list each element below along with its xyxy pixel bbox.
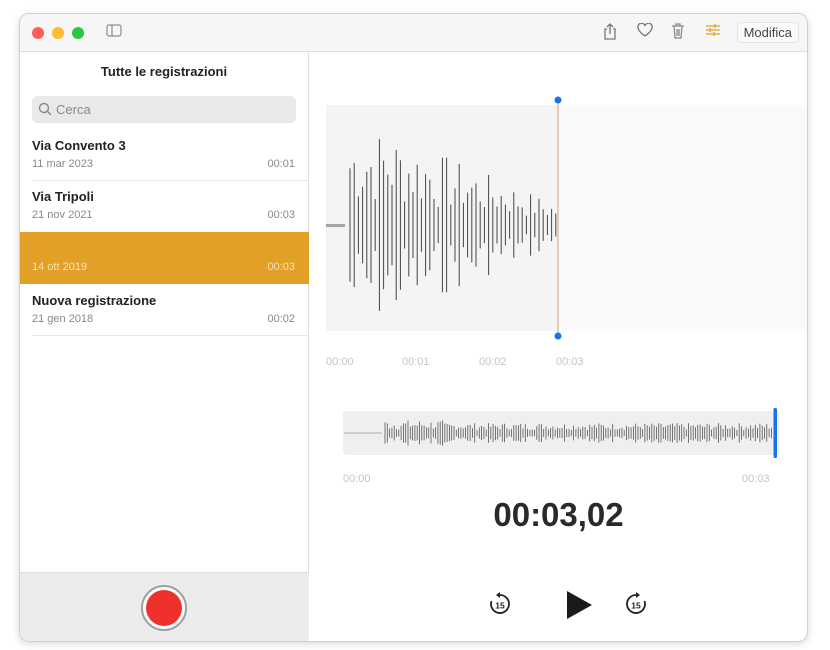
sidebar-title: Tutte le registrazioni <box>100 64 228 79</box>
share-icon[interactable] <box>600 23 620 43</box>
search-placeholder: Cerca <box>56 102 91 117</box>
search-input[interactable]: Cerca <box>32 96 296 123</box>
close-button[interactable] <box>32 27 44 39</box>
recording-item[interactable]: Nuova registrazione 21 gen 2018 00:02 <box>20 284 309 336</box>
playhead-top-handle <box>554 96 562 104</box>
time-tick: 00:03 <box>556 356 584 368</box>
playhead-bottom-handle <box>554 332 562 340</box>
skip-back-icon: 15 <box>490 592 510 614</box>
recording-item-selected[interactable]: 14 ott 2019 00:03 <box>20 232 309 284</box>
overview-end-time: 00:03 <box>742 473 770 485</box>
skip-back-15-button[interactable]: 15 <box>488 592 512 621</box>
overview-waveform[interactable] <box>343 408 783 458</box>
recording-duration: 00:03 <box>267 261 295 273</box>
recording-date: 21 gen 2018 <box>32 313 94 325</box>
record-bar <box>20 572 309 641</box>
sidebar-toggle-icon[interactable] <box>104 23 124 43</box>
settings-sliders-icon[interactable] <box>703 23 723 43</box>
skip-forward-icon: 15 <box>626 592 646 614</box>
skip-back-label: 15 <box>495 601 505 611</box>
heart-icon[interactable] <box>635 22 655 43</box>
search-icon <box>38 102 52 116</box>
skip-forward-label: 15 <box>631 601 641 611</box>
recording-name: Via Tripoli <box>32 189 94 204</box>
edit-button[interactable]: Modifica <box>736 22 799 43</box>
title-bar: Modifica <box>20 14 807 52</box>
recording-name: Nuova registrazione <box>32 293 157 308</box>
overview-start-time: 00:00 <box>343 473 371 485</box>
time-tick: 00:01 <box>402 356 430 368</box>
trash-icon[interactable] <box>668 23 688 43</box>
record-icon <box>146 590 182 626</box>
recording-date: 21 nov 2021 <box>32 209 93 221</box>
voice-memos-window: Modifica Tutte le registrazioni Cerca Vi… <box>19 13 808 642</box>
recording-duration: 00:02 <box>267 313 295 325</box>
detail-waveform[interactable] <box>326 88 808 350</box>
overview-scrubber-handle <box>773 408 777 458</box>
time-tick: 00:02 <box>479 356 507 368</box>
recording-date: 11 mar 2023 <box>32 158 93 170</box>
unplayed-region <box>558 105 807 331</box>
zoom-button[interactable] <box>72 27 84 39</box>
recording-item[interactable]: Via Tripoli 21 nov 2021 00:03 <box>20 180 309 232</box>
recording-item[interactable]: Via Convento 3 11 mar 2023 00:01 <box>20 129 309 181</box>
recording-duration: 00:03 <box>267 209 295 221</box>
player-pane: 00:00 00:01 00:02 00:03 00:00 00:03 00:0… <box>310 52 807 641</box>
record-button[interactable] <box>141 585 187 631</box>
skip-forward-15-button[interactable]: 15 <box>624 592 648 621</box>
recording-duration: 00:01 <box>267 158 295 170</box>
recording-date: 14 ott 2019 <box>32 261 88 273</box>
play-icon <box>567 591 592 619</box>
divider <box>32 335 309 336</box>
recording-name: Via Convento 3 <box>32 138 126 153</box>
sidebar: Tutte le registrazioni Cerca Via Convent… <box>20 52 309 641</box>
current-time: 00:03,02 <box>493 496 624 533</box>
play-button[interactable] <box>565 590 593 625</box>
minimize-button[interactable] <box>52 27 64 39</box>
time-tick: 00:00 <box>326 356 354 368</box>
